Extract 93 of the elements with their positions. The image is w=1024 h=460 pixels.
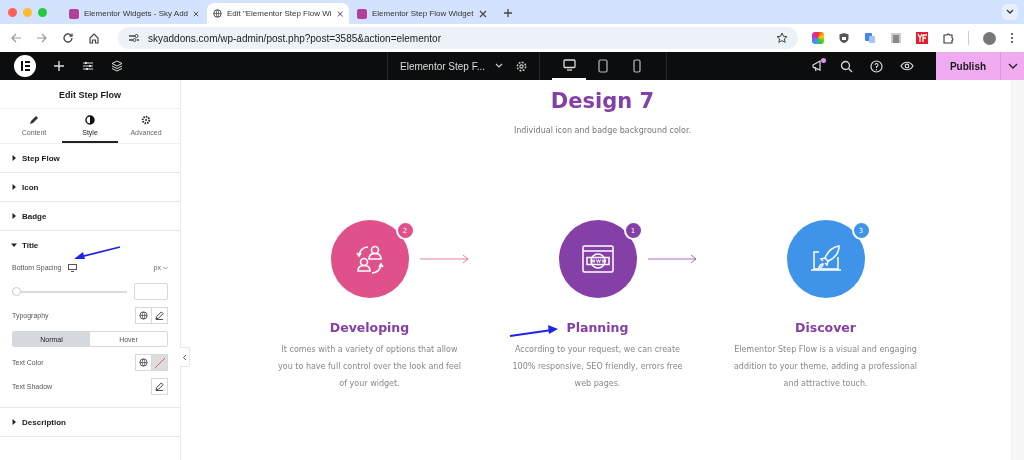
menu-icon[interactable] — [1010, 32, 1014, 44]
chevron-down-icon — [495, 63, 504, 69]
help-icon[interactable] — [870, 59, 883, 73]
caret-icon — [11, 155, 17, 161]
shield-icon[interactable] — [838, 32, 850, 44]
edit-button[interactable] — [152, 307, 168, 324]
step-title: Planning — [566, 320, 629, 335]
browser-tab[interactable]: Edit "Elementor Step Flow Wi — [207, 3, 349, 24]
global-button[interactable] — [135, 354, 152, 371]
caret-icon — [11, 242, 17, 248]
rocket-laptop-icon — [808, 244, 843, 274]
close-tab-icon[interactable] — [336, 9, 343, 18]
extension-icon[interactable] — [812, 32, 824, 44]
bookmark-star-icon[interactable] — [776, 32, 788, 44]
tab-title: Elementor Widgets - Sky Add — [84, 9, 189, 18]
section-header[interactable]: Description — [0, 408, 180, 436]
tablet-icon — [598, 59, 609, 73]
translate-icon[interactable] — [864, 32, 876, 44]
section-header[interactable]: Icon — [0, 173, 180, 201]
chevron-down-icon — [163, 265, 168, 270]
home-icon[interactable] — [88, 32, 100, 44]
connector-arrow — [419, 254, 470, 264]
pencil-icon — [29, 115, 39, 125]
section-header[interactable]: Badge — [0, 202, 180, 230]
site-settings-icon[interactable] — [128, 33, 140, 43]
desktop-icon — [562, 59, 576, 71]
browser-tab[interactable]: Elementor Step Flow Widget — [351, 3, 493, 24]
color-swatch[interactable] — [152, 354, 168, 371]
step-description: According to your request, we can create 100% responsive, SEO friendly, errors free web pages. — [511, 344, 684, 390]
globe-icon — [213, 8, 222, 19]
contrast-icon — [85, 115, 95, 125]
chevron-left-icon — [182, 353, 187, 361]
section-header[interactable]: Title — [0, 231, 180, 259]
pencil-icon — [155, 382, 164, 391]
forward-icon[interactable] — [36, 32, 48, 44]
web-browser-icon — [580, 244, 615, 274]
annotation-arrow — [508, 324, 560, 338]
puzzle-icon[interactable] — [942, 32, 954, 44]
mobile-icon — [633, 59, 642, 73]
site-favicon-icon — [69, 8, 79, 19]
step-description: Elementor Step Flow is a visual and engaging addition to your theme, adding a professional and attractive touch. — [732, 344, 919, 390]
back-icon[interactable] — [10, 32, 22, 44]
edit-button[interactable] — [151, 378, 168, 395]
preview-eye-icon[interactable] — [900, 61, 914, 71]
extension-icon[interactable] — [916, 32, 928, 44]
extension-icon[interactable] — [890, 32, 902, 44]
panel-title: Edit Step Flow — [0, 80, 180, 109]
caret-icon — [11, 419, 17, 425]
step-description: It comes with a variety of options that allow you to have full control over the look and feel of your widget. — [277, 344, 462, 390]
new-tab-icon[interactable] — [503, 8, 513, 18]
caret-icon — [11, 213, 17, 219]
number-input[interactable] — [134, 283, 168, 300]
browser-tab[interactable]: Elementor Widgets - Sky Add — [63, 3, 205, 24]
chevron-down-icon — [1007, 63, 1018, 69]
close-tab-icon[interactable] — [193, 9, 199, 18]
no-color-icon — [152, 355, 167, 370]
section-subheading: Individual icon and badge background color. — [513, 126, 692, 135]
caret-icon — [11, 184, 17, 190]
global-button[interactable] — [135, 307, 152, 324]
slider-handle[interactable] — [12, 286, 21, 296]
section-heading: Design 7 — [550, 89, 655, 113]
reload-icon[interactable] — [62, 32, 74, 44]
globe-icon — [139, 311, 148, 320]
tab-title: Edit "Elementor Step Flow Wi — [226, 9, 332, 18]
address-bar[interactable]: skyaddons.com/wp-admin/post.php?post=3585&action=elementor — [118, 27, 798, 49]
desktop-icon[interactable] — [68, 263, 78, 272]
step-title: Discover — [795, 320, 856, 335]
connector-arrow — [647, 254, 698, 264]
section-header[interactable]: Step Flow — [0, 144, 180, 172]
gear-icon — [141, 115, 151, 125]
sliders-icon[interactable] — [82, 60, 94, 72]
scrollbar[interactable] — [1011, 80, 1024, 460]
chevron-down-icon — [1006, 9, 1014, 15]
tab-search-button[interactable] — [1002, 4, 1018, 20]
document-title-dropdown[interactable]: Elementor Step F... — [388, 60, 516, 72]
profile-avatar-icon[interactable] — [983, 31, 996, 45]
annotation-arrow — [72, 245, 122, 261]
search-icon[interactable] — [840, 59, 853, 73]
add-icon[interactable] — [53, 60, 65, 72]
collapse-panel-button[interactable] — [180, 347, 190, 367]
publish-button[interactable]: Publish — [936, 52, 1000, 80]
url-text: skyaddons.com/wp-admin/post.php?post=3585&action=elementor — [148, 32, 441, 44]
globe-icon — [139, 358, 148, 367]
megaphone-icon[interactable] — [811, 59, 823, 73]
layers-icon[interactable] — [111, 60, 123, 72]
tab-title: Elementor Step Flow Widget — [372, 9, 474, 18]
close-tab-icon[interactable] — [479, 9, 487, 18]
slider-track[interactable] — [12, 286, 127, 297]
elementor-logo-icon[interactable] — [14, 55, 36, 77]
pencil-icon — [155, 311, 164, 320]
step-title: Developing — [329, 320, 410, 335]
settings-icon[interactable] — [515, 59, 529, 73]
site-favicon-icon — [357, 8, 367, 19]
